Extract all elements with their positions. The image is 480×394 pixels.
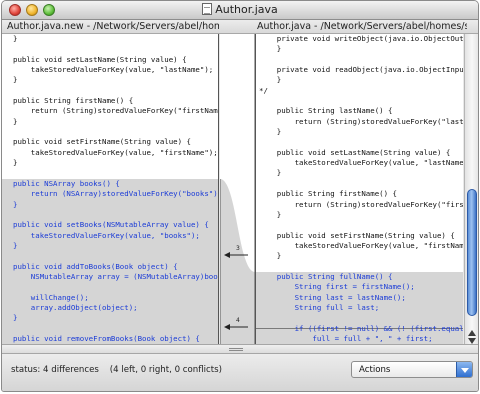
left-code-line: } — [13, 75, 18, 85]
right-code-line — [259, 220, 463, 230]
left-code-line: } — [13, 240, 18, 250]
left-code-line — [13, 251, 218, 261]
window-title-area: Author.java — [2, 3, 478, 16]
right-code-line: */ — [259, 85, 268, 95]
left-code-line: return (NSArray)storedValueForKey("books… — [13, 189, 219, 199]
actions-popup[interactable]: Actions — [351, 361, 473, 378]
left-code-line: } — [13, 158, 18, 168]
right-code-line — [259, 262, 463, 272]
left-code-line: public void setBooks(NSMutableArray valu… — [13, 220, 209, 230]
right-code-line: String first = firstName(); — [259, 282, 415, 292]
left-code-line — [13, 86, 218, 96]
right-code-line: public String lastName() { — [259, 106, 393, 116]
right-code-line: return (String)storedValueForKey("lastNa… — [294, 116, 463, 126]
status-text: status: 4 differences (4 left, 0 right, … — [11, 365, 222, 375]
status-bar: status: 4 differences (4 left, 0 right, … — [2, 354, 478, 391]
right-code-line: public String fullName() { — [259, 271, 393, 281]
right-code-line: } — [259, 168, 282, 178]
document-icon — [202, 3, 213, 15]
right-code-line: } — [259, 251, 282, 261]
left-code-line — [13, 210, 218, 220]
merge-gutter[interactable]: 3 4 — [220, 34, 255, 344]
left-code-text: } public void setLastName(String value) {… — [2, 34, 218, 344]
window-title: Author.java — [215, 3, 278, 16]
right-code-line: full = full + ", " + first; — [259, 333, 433, 343]
left-code-line: } — [13, 199, 18, 209]
left-code-line — [13, 324, 218, 334]
right-code-line — [259, 55, 463, 65]
right-code-text: private void writeObject(java.io.ObjectO… — [256, 34, 463, 344]
splitter-grip-icon[interactable] — [229, 348, 243, 351]
left-code-line: NSMutableArray array = (NSMutableArray)b… — [13, 271, 219, 281]
left-code-line: willChange(); — [13, 292, 89, 302]
left-file-path: Author.java.new - /Network/Servers/abel/… — [7, 21, 219, 32]
right-code-pane[interactable]: private void writeObject(java.io.ObjectO… — [255, 34, 463, 344]
right-code-line: } — [259, 209, 282, 219]
right-code-line: String last = lastName(); — [259, 292, 406, 302]
left-code-line: public NSArray books() { — [13, 178, 120, 188]
right-code-line: public void setLastName(String value) { — [259, 147, 451, 157]
scroll-up-arrow-icon[interactable] — [468, 330, 476, 336]
right-code-line: private void readObject(java.io.ObjectIn… — [276, 65, 463, 75]
right-code-line: } — [259, 127, 282, 137]
right-code-line: } — [259, 44, 282, 54]
left-code-line — [13, 127, 218, 137]
left-code-line: } — [13, 313, 18, 323]
left-code-line: public void addToBooks(Book object) { — [13, 261, 178, 271]
diff-number-3[interactable]: 3 — [236, 245, 240, 252]
right-code-line — [259, 313, 463, 323]
right-code-line — [259, 137, 463, 147]
vertical-scrollbar[interactable] — [464, 34, 478, 344]
left-code-line — [13, 44, 218, 54]
actions-label: Actions — [359, 365, 391, 375]
pane-splitter[interactable] — [2, 344, 478, 354]
right-code-line — [259, 96, 463, 106]
left-code-line: takeStoredValueForKey(value, "firstName"… — [13, 147, 218, 157]
left-code-line: } — [13, 34, 18, 43]
left-code-line: public String firstName() { — [13, 96, 134, 106]
left-code-pane[interactable]: } public void setLastName(String value) {… — [2, 34, 219, 344]
right-code-line: public void setFirstName(String value) { — [259, 230, 455, 240]
filemerge-window: Author.java Author.java.new - /Network/S… — [1, 0, 479, 392]
left-code-line: takeStoredValueForKey(value, "books"); — [13, 230, 200, 240]
left-code-line: public void setFirstName(String value) { — [13, 137, 191, 147]
merge-connector-graphic — [220, 34, 255, 344]
right-code-line: String full = last; — [259, 302, 380, 312]
left-code-line — [13, 168, 218, 178]
right-code-line: private void writeObject(java.io.ObjectO… — [276, 34, 463, 43]
right-code-line: if ((first != null) && (! (first.equals(… — [294, 323, 463, 333]
title-bar[interactable]: Author.java — [2, 1, 478, 20]
right-code-line: return (String)storedValueForKey("firstN… — [294, 199, 463, 209]
left-code-line: public void setLastName(String value) { — [13, 54, 187, 64]
left-code-line: array.addObject(object); — [13, 302, 138, 312]
diff-number-4[interactable]: 4 — [236, 317, 240, 324]
scrollbar-thumb[interactable] — [467, 189, 477, 316]
right-code-line: } — [259, 75, 282, 85]
right-code-line: public String firstName() { — [259, 189, 397, 199]
chevron-down-icon[interactable] — [456, 362, 472, 377]
left-code-line: takeStoredValueForKey(value, "lastName")… — [13, 65, 214, 75]
left-code-line: return (String)storedValueForKey("firstN… — [13, 106, 219, 116]
file-path-header: Author.java.new - /Network/Servers/abel/… — [2, 20, 478, 34]
left-code-line: public void removeFromBooks(Book object)… — [13, 333, 200, 343]
right-code-line: takeStoredValueForKey(value, "lastName")… — [259, 158, 463, 168]
right-code-line: takeStoredValueForKey(value, "firstName"… — [259, 240, 463, 250]
right-code-line — [259, 179, 463, 189]
left-code-line: } — [13, 116, 18, 126]
right-file-path: Author.java - /Network/Servers/abel/home… — [257, 21, 467, 32]
left-code-line — [13, 282, 218, 292]
